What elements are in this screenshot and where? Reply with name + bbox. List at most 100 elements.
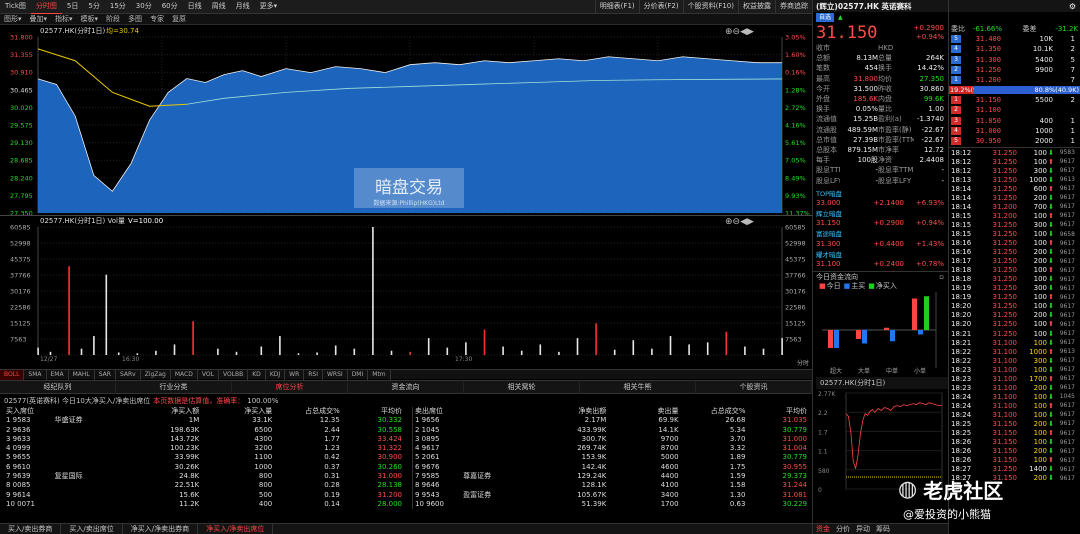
menu-item[interactable]: 图形▾ (0, 14, 26, 25)
analysis-tab[interactable]: 经纪队列 (0, 380, 116, 394)
broker-subtab[interactable]: 净买入/净卖出席位 (198, 524, 274, 534)
indicator-tab[interactable]: MAHL (69, 369, 95, 380)
indicator-tab[interactable]: DMI (348, 369, 369, 380)
period-tab[interactable]: 分时图 (30, 0, 62, 14)
close-icon[interactable]: ▫ (939, 273, 948, 281)
quote-bottom-tab[interactable]: 异动 (853, 524, 873, 534)
settings-icon[interactable]: ⚙ (1069, 2, 1076, 11)
period-tab[interactable]: 5日 (62, 0, 83, 13)
menu-item[interactable]: 叠加▾ (26, 14, 52, 25)
book-level[interactable]: 5 30.950 2000 1 (949, 136, 1080, 146)
indicator-tab[interactable]: ZigZag (141, 369, 171, 380)
column-header[interactable]: 平均价 (747, 407, 809, 416)
period-tab[interactable]: 月线 (231, 0, 255, 13)
period-tab[interactable]: 60分 (157, 0, 183, 13)
detail-tab[interactable]: 分价表(F2) (638, 0, 683, 13)
related-row[interactable]: 33.000 +2.1400 +6.93% (816, 198, 945, 208)
analysis-tab[interactable]: 相关窝轮 (464, 380, 580, 394)
related-name[interactable]: 富途暗盘 (816, 228, 945, 238)
period-tab[interactable]: Tick图 (0, 0, 31, 13)
menu-item[interactable]: 复原 (168, 14, 190, 25)
table-row[interactable]: 9 9614 15.6K 500 0.19 31.200 (4, 491, 404, 500)
broker-subtab[interactable]: 买入/卖出席位 (61, 524, 123, 534)
related-name[interactable]: 耀才暗盘 (816, 249, 945, 259)
analysis-tab[interactable]: 行业分类 (116, 380, 232, 394)
chart-controls[interactable]: ⊕⊖◀▶ (725, 27, 754, 37)
period-tab[interactable]: 日线 (183, 0, 207, 13)
period-tab[interactable]: 30分 (131, 0, 157, 13)
table-row[interactable]: 5 9655 33.99K 1100 0.42 30.900 (4, 453, 404, 462)
book-level[interactable]: 2 31.100 (949, 105, 1080, 115)
table-row[interactable]: 7 9585 尊嘉证券 129.24K 4400 1.59 29.373 (413, 472, 809, 481)
menu-item[interactable]: 专家 (146, 14, 168, 25)
period-tab[interactable]: 15分 (105, 0, 131, 13)
column-header[interactable]: 占总成交% (681, 407, 748, 416)
indicator-tab[interactable]: Mtm (368, 369, 391, 380)
column-header[interactable]: 净买入额 (120, 407, 201, 416)
analysis-tab[interactable]: 席位分析 (232, 380, 348, 394)
analysis-tab[interactable]: 相关牛熊 (580, 380, 696, 394)
table-row[interactable]: 2 1045 433.99K 14.1K 5.34 30.779 (413, 426, 809, 435)
book-level[interactable]: 3 31.300 5400 5 (949, 55, 1080, 65)
column-header[interactable]: 净卖出额 (528, 407, 608, 416)
book-level[interactable]: 4 31.350 10.1K 2 (949, 44, 1080, 54)
detail-tab[interactable]: 券商追踪 (775, 0, 812, 13)
quote-bottom-tab[interactable]: 筹码 (873, 524, 893, 534)
column-header[interactable]: 占总成交% (274, 407, 342, 416)
column-header[interactable]: 平均价 (342, 407, 404, 416)
table-row[interactable]: 3 0895 300.7K 9700 3.70 31.000 (413, 435, 809, 444)
indicator-tab[interactable]: VOL (198, 369, 219, 380)
indicator-tab[interactable]: BOLL (0, 369, 25, 380)
menu-item[interactable]: 多图 (124, 14, 146, 25)
book-level[interactable]: 4 31.000 1000 1 (949, 126, 1080, 136)
menu-item[interactable]: 模板▾ (77, 14, 103, 25)
indicator-tab[interactable]: SAR (95, 369, 116, 380)
indicator-tab[interactable]: EMA (47, 369, 69, 380)
quote-bottom-tab[interactable]: 分价 (833, 524, 853, 534)
broker-subtab[interactable]: 买入/卖出券商 (0, 524, 62, 534)
table-row[interactable]: 4 0999 100.23K 3200 1.23 31.322 (4, 444, 404, 453)
analysis-tab[interactable]: 资金流向 (348, 380, 464, 394)
table-row[interactable]: 6 9610 30.26K 1000 0.37 30.260 (4, 463, 404, 472)
period-tab[interactable]: 周线 (207, 0, 231, 13)
indicator-tab[interactable]: SARv (116, 369, 141, 380)
book-level[interactable]: 1 31.150 5500 2 (949, 95, 1080, 105)
star-icon[interactable]: ▲ (838, 14, 843, 21)
table-row[interactable]: 10 9600 51.39K 1700 0.63 30.229 (413, 500, 809, 509)
related-row[interactable]: 31.300 +0.4400 +1.43% (816, 239, 945, 249)
table-row[interactable]: 8 0085 22.51K 800 0.28 28.138 (4, 481, 404, 490)
indicator-tab[interactable]: WR (285, 369, 305, 380)
book-level[interactable]: 5 31.400 10K 1 (949, 34, 1080, 44)
table-row[interactable]: 6 9676 142.4K 4600 1.75 30.955 (413, 463, 809, 472)
detail-tab[interactable]: 明细表(F1) (594, 0, 639, 13)
table-row[interactable]: 1 9656 2.17M 69.9K 26.68 31.035 (413, 416, 809, 425)
book-level[interactable]: 3 31.050 400 1 (949, 116, 1080, 126)
column-header[interactable]: 买入席位 (4, 407, 120, 416)
table-row[interactable]: 8 9646 128.1K 4100 1.58 31.244 (413, 481, 809, 490)
column-header[interactable]: 卖出席位 (413, 407, 528, 416)
column-header[interactable]: 净买入量 (201, 407, 274, 416)
table-row[interactable]: 2 9636 198.63K 6500 2.44 30.558 (4, 426, 404, 435)
column-header[interactable]: 卖出量 (608, 407, 680, 416)
menu-item[interactable]: 阶段 (102, 14, 124, 25)
table-row[interactable]: 4 9617 269.74K 8700 3.32 31.004 (413, 444, 809, 453)
detail-tab[interactable]: 个股资料(F10) (682, 0, 738, 13)
watchlist-tag[interactable]: 自选 (816, 13, 835, 22)
related-name[interactable]: TOP暗盘 (816, 188, 945, 198)
table-row[interactable]: 3 9633 143.72K 4300 1.77 33.424 (4, 435, 404, 444)
table-row[interactable]: 1 9583 华盛证券 1M 33.1K 12.35 30.332 (4, 416, 404, 425)
broker-subtab[interactable]: 净买入/净卖出券商 (123, 524, 199, 534)
indicator-tab[interactable]: MACD (171, 369, 198, 380)
table-row[interactable]: 5 2061 153.9K 5000 1.89 30.779 (413, 453, 809, 462)
indicator-tab[interactable]: SMA (24, 369, 47, 380)
related-name[interactable]: 辉立暗盘 (816, 208, 945, 218)
period-tab[interactable]: 更多▾ (255, 0, 283, 13)
quote-bottom-tab[interactable]: 资金 (813, 524, 833, 534)
analysis-tab[interactable]: 个股资讯 (696, 380, 812, 394)
period-tab[interactable]: 5分 (83, 0, 104, 13)
indicator-tab[interactable]: VOLBB (219, 369, 249, 380)
indicator-tab[interactable]: RSI (304, 369, 323, 380)
menu-item[interactable]: 指标▾ (51, 14, 77, 25)
tick-list[interactable]: 18:12 31.250 100 ⬇ 9583 18:12 31.250 100 ⬆ 9617 18… (949, 147, 1080, 483)
detail-tab[interactable]: 权益披露 (738, 0, 775, 13)
